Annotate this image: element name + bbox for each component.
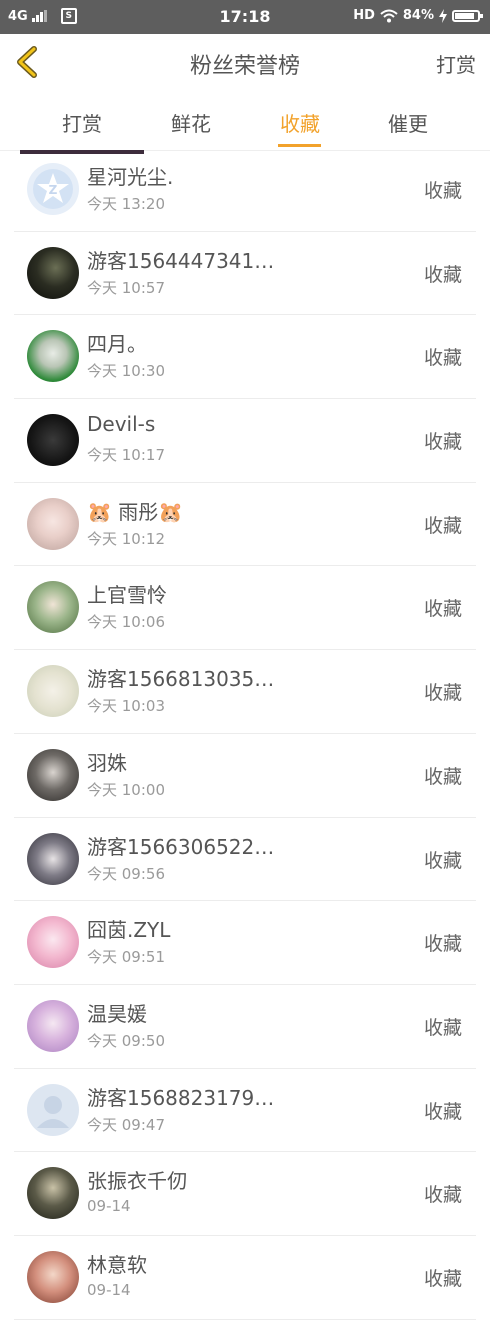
fan-name: 游客1566813035… bbox=[87, 667, 275, 692]
user-avatar bbox=[27, 497, 79, 550]
action-label[interactable]: 收藏 bbox=[424, 427, 462, 454]
user-avatar bbox=[27, 330, 79, 383]
battery-percent: 84% bbox=[402, 8, 434, 23]
list-item[interactable]: Devil-s 今天 10:17 收藏 bbox=[14, 399, 476, 483]
action-label[interactable]: 收藏 bbox=[424, 929, 462, 956]
page-title: 粉丝荣誉榜 bbox=[189, 54, 300, 79]
user-avatar bbox=[27, 999, 79, 1052]
list-item[interactable]: 温昊媛 今天 09:50 收藏 bbox=[14, 985, 476, 1069]
list-item[interactable]: 四月。 今天 10:30 收藏 bbox=[14, 315, 476, 400]
action-label[interactable]: 收藏 bbox=[424, 762, 462, 789]
user-avatar bbox=[27, 832, 79, 885]
user-avatar bbox=[27, 1250, 79, 1303]
list-item[interactable]: 游客1568823179… 今天 09:47 收藏 bbox=[14, 1069, 476, 1153]
user-avatar bbox=[27, 246, 79, 299]
user-avatar bbox=[27, 916, 79, 969]
user-avatar bbox=[27, 665, 79, 718]
fan-name: 张振衣千仞 bbox=[87, 1169, 187, 1194]
active-tab-indicator bbox=[278, 144, 321, 147]
fan-name: 🐹 雨彤🐹 bbox=[87, 499, 184, 524]
fan-name: 游客1568823179… bbox=[87, 1085, 275, 1110]
top-nav-bar: 粉丝荣誉榜 打赏 bbox=[0, 34, 490, 93]
fan-time: 今天 09:47 bbox=[87, 1115, 165, 1134]
list-item[interactable]: 羽姝 今天 10:00 收藏 bbox=[14, 734, 476, 818]
fan-name: 星河光尘. bbox=[87, 165, 174, 189]
battery-icon bbox=[452, 9, 483, 22]
fan-time: 今天 10:17 bbox=[87, 446, 165, 465]
action-label[interactable]: 收藏 bbox=[424, 1013, 462, 1040]
charging-icon bbox=[439, 8, 447, 23]
fan-time: 今天 10:03 bbox=[87, 697, 165, 716]
svg-text:Z: Z bbox=[49, 183, 58, 197]
fan-time: 今天 10:30 bbox=[87, 362, 165, 381]
action-label[interactable]: 收藏 bbox=[424, 176, 462, 203]
tab-urge-update[interactable]: 催更 bbox=[368, 108, 448, 137]
fan-time: 今天 09:51 bbox=[87, 948, 165, 967]
fan-time: 今天 10:57 bbox=[87, 278, 165, 297]
fan-name: 上官雪怜 bbox=[87, 583, 167, 608]
fan-time: 09-14 bbox=[87, 1280, 131, 1299]
action-label[interactable]: 收藏 bbox=[424, 343, 462, 370]
list-item[interactable]: 游客1566813035… 今天 10:03 收藏 bbox=[14, 650, 476, 734]
wifi-icon bbox=[380, 9, 398, 22]
action-label[interactable]: 收藏 bbox=[424, 511, 462, 538]
action-label[interactable]: 收藏 bbox=[424, 846, 462, 873]
list-item[interactable]: 游客1564447341… 今天 10:57 收藏 bbox=[14, 232, 476, 316]
fan-time: 今天 09:56 bbox=[87, 864, 165, 883]
action-label[interactable]: 收藏 bbox=[424, 1097, 462, 1124]
tab-favorites[interactable]: 收藏 bbox=[260, 108, 340, 137]
fan-time: 今天 10:12 bbox=[87, 529, 165, 548]
default-person-avatar-icon bbox=[27, 1083, 79, 1136]
list-item[interactable]: 囧茵.ZYL 今天 09:51 收藏 bbox=[14, 901, 476, 985]
fan-name: 温昊媛 bbox=[87, 1001, 147, 1026]
user-avatar bbox=[27, 1167, 79, 1220]
action-label[interactable]: 收藏 bbox=[424, 1180, 462, 1207]
fan-name: 羽姝 bbox=[87, 750, 127, 775]
fan-name: 四月。 bbox=[87, 332, 147, 357]
fan-name: 林意软 bbox=[87, 1252, 147, 1277]
fan-name: 游客1566306522… bbox=[87, 834, 275, 859]
status-right: HD 84% bbox=[353, 8, 483, 23]
status-bar: 4G S 17:18 HD 84% bbox=[0, 0, 490, 34]
list-item[interactable]: 上官雪怜 今天 10:06 收藏 bbox=[14, 566, 476, 651]
fan-time: 09-14 bbox=[87, 1197, 131, 1216]
fan-time: 今天 10:06 bbox=[87, 613, 165, 632]
fan-name: Devil-s bbox=[87, 412, 156, 437]
fan-time: 今天 13:20 bbox=[87, 195, 165, 213]
hd-indicator: HD bbox=[353, 8, 375, 23]
tab-bar: 打赏 鲜花 收藏 催更 bbox=[0, 92, 490, 151]
tab-tip[interactable]: 打赏 bbox=[42, 108, 122, 137]
action-label[interactable]: 收藏 bbox=[424, 260, 462, 287]
fan-time: 今天 09:50 bbox=[87, 1031, 165, 1050]
user-avatar bbox=[27, 414, 79, 467]
tip-button[interactable]: 打赏 bbox=[436, 49, 476, 78]
action-label[interactable]: 收藏 bbox=[424, 678, 462, 705]
list-item[interactable]: 🐹 雨彤🐹 今天 10:12 收藏 bbox=[14, 483, 476, 567]
list-item[interactable]: Z 星河光尘. 今天 13:20 收藏 bbox=[14, 148, 476, 232]
action-label[interactable]: 收藏 bbox=[424, 1264, 462, 1291]
action-label[interactable]: 收藏 bbox=[424, 594, 462, 621]
list-item[interactable]: 林意软 09-14 收藏 bbox=[14, 1236, 476, 1320]
fan-list: Z 星河光尘. 今天 13:20 收藏 游客1564447341… 今天 10:… bbox=[0, 148, 490, 1320]
fan-name: 囧茵.ZYL bbox=[87, 918, 171, 943]
user-avatar bbox=[27, 748, 79, 801]
tab-flowers[interactable]: 鲜花 bbox=[151, 108, 231, 137]
list-item[interactable]: 游客1566306522… 今天 09:56 收藏 bbox=[14, 818, 476, 902]
list-item[interactable]: 张振衣千仞 09-14 收藏 bbox=[14, 1152, 476, 1236]
fan-time: 今天 10:00 bbox=[87, 780, 165, 799]
default-qq-avatar-icon: Z bbox=[27, 163, 79, 215]
user-avatar bbox=[27, 581, 79, 634]
fan-name: 游客1564447341… bbox=[87, 248, 275, 273]
